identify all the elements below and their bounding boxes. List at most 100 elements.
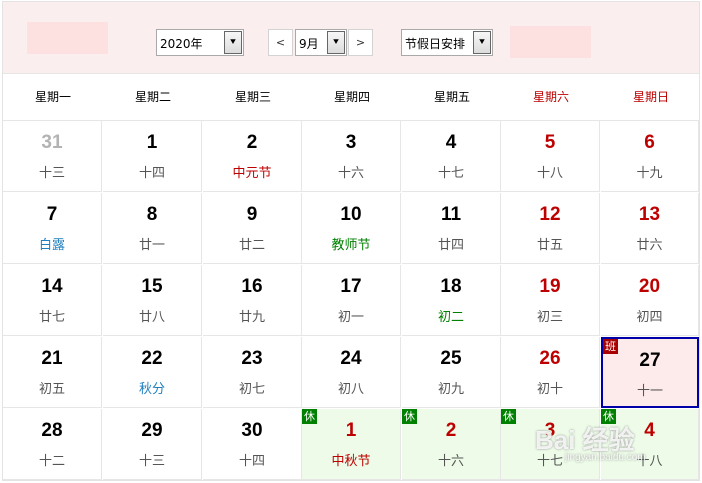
calendar-toolbar: 2020年 ⯆ < 9月 ⯆ > 节假日安排 ⯆	[3, 2, 699, 74]
calendar-day-cell[interactable]: 休 2 十六	[402, 409, 501, 480]
calendar-day-cell[interactable]: 28 十二	[3, 409, 102, 480]
calendar-day-cell[interactable]: 4 十七	[402, 121, 501, 192]
day-number: 30	[241, 420, 263, 441]
calendar-day-cell[interactable]: 30 十四	[203, 409, 302, 480]
day-number: 1	[345, 420, 357, 441]
lunar-date-label: 十四	[238, 454, 265, 469]
day-number: 11	[440, 204, 462, 225]
calendar-day-cell[interactable]: 9 廿二	[203, 193, 302, 264]
chevron-down-icon[interactable]: ⯆	[473, 31, 491, 54]
weekday-fri: 星期五	[433, 90, 470, 104]
day-number: 5	[544, 132, 556, 153]
calendar-day-cell[interactable]: 12 廿五	[501, 193, 600, 264]
toolbar-decoration-right	[510, 26, 591, 58]
year-select[interactable]: 2020年 ⯆	[156, 29, 244, 56]
holiday-select-value: 节假日安排	[405, 37, 466, 51]
day-number: 27	[639, 350, 661, 371]
calendar-day-cell[interactable]: 25 初九	[402, 337, 501, 408]
month-select[interactable]: 9月 ⯆	[295, 29, 347, 56]
lunar-date-label: 初七	[238, 382, 265, 397]
next-month-button[interactable]: >	[348, 29, 373, 56]
weekday-mon: 星期一	[34, 90, 71, 104]
day-number: 4	[644, 420, 655, 441]
calendar-day-cell[interactable]: 17 初一	[302, 265, 401, 336]
calendar-day-cell[interactable]: 26 初十	[501, 337, 600, 408]
calendar-widget: 2020年 ⯆ < 9月 ⯆ > 节假日安排 ⯆ 星期一 星期二 星期三 星期四…	[2, 1, 700, 481]
calendar-day-cell[interactable]: 20 初四	[601, 265, 699, 336]
calendar-day-cell[interactable]: 6 十九	[601, 121, 699, 192]
lunar-date-label: 廿一	[138, 238, 165, 253]
toolbar-decoration-left	[27, 22, 108, 54]
lunar-date-label: 十九	[636, 166, 663, 181]
day-number: 12	[539, 204, 561, 225]
day-number: 29	[141, 420, 163, 441]
calendar-day-cell[interactable]: 14 廿七	[3, 265, 102, 336]
lunar-date-label: 初五	[38, 382, 65, 397]
lunar-date-label: 初二	[437, 310, 464, 325]
lunar-date-label: 十七	[536, 454, 563, 469]
day-number: 8	[146, 204, 158, 225]
day-number: 17	[340, 276, 362, 297]
weekday-sun: 星期日	[632, 90, 669, 104]
calendar-day-cell[interactable]: 22 秋分	[103, 337, 202, 408]
calendar-day-cell[interactable]: 休 4 十八	[601, 409, 699, 480]
day-number: 13	[638, 204, 661, 225]
day-number: 16	[241, 276, 263, 297]
chevron-down-icon[interactable]: ⯆	[327, 31, 345, 54]
calendar-day-cell[interactable]: 休 3 十七	[501, 409, 600, 480]
lunar-date-label: 十六	[437, 454, 464, 469]
lunar-date-label: 十二	[38, 454, 65, 469]
weekday-thu: 星期四	[333, 90, 370, 104]
lunar-date-label: 廿七	[38, 310, 65, 325]
calendar-day-cell[interactable]: 11 廿四	[402, 193, 501, 264]
day-number: 15	[141, 276, 163, 297]
lunar-date-label: 初十	[536, 382, 563, 397]
calendar-day-cell[interactable]: 3 十六	[302, 121, 401, 192]
year-select-value: 2020年	[160, 37, 203, 51]
lunar-date-label: 初四	[636, 310, 663, 325]
day-number: 10	[340, 204, 362, 225]
lunar-date-label: 中秋节	[331, 454, 371, 469]
calendar-day-cell[interactable]: 2 中元节	[203, 121, 302, 192]
calendar-day-cell[interactable]: 7 白露	[3, 193, 102, 264]
calendar-day-cell[interactable]: 31 十三	[3, 121, 102, 192]
calendar-day-cell[interactable]: 19 初三	[501, 265, 600, 336]
calendar-day-cell[interactable]: 10 教师节	[302, 193, 401, 264]
calendar-day-cell[interactable]: 21 初五	[3, 337, 102, 408]
weekday-header: 星期一 星期二 星期三 星期四 星期五 星期六 星期日	[3, 74, 699, 121]
day-number: 2	[246, 132, 258, 153]
calendar-day-cell[interactable]: 5 十八	[501, 121, 600, 192]
calendar-day-cell[interactable]: 班 27 十一	[601, 337, 699, 408]
lunar-date-label: 廿六	[636, 238, 663, 253]
holiday-select[interactable]: 节假日安排 ⯆	[401, 29, 493, 56]
calendar-day-cell[interactable]: 18 初二	[402, 265, 501, 336]
calendar-day-cell[interactable]: 休 1 中秋节	[302, 409, 401, 480]
lunar-date-label: 十四	[138, 166, 165, 181]
lunar-date-label: 廿五	[536, 238, 563, 253]
calendar-day-cell[interactable]: 24 初八	[302, 337, 401, 408]
chevron-down-icon[interactable]: ⯆	[224, 31, 242, 54]
calendar-day-cell[interactable]: 13 廿六	[601, 193, 699, 264]
calendar-day-cell[interactable]: 16 廿九	[203, 265, 302, 336]
lunar-date-label: 初三	[536, 310, 563, 325]
day-number: 20	[638, 276, 661, 297]
lunar-date-label: 廿二	[238, 238, 265, 253]
day-number: 9	[246, 204, 258, 225]
lunar-date-label: 十三	[138, 454, 165, 469]
lunar-date-label: 廿八	[138, 310, 165, 325]
calendar-day-cell[interactable]: 1 十四	[103, 121, 202, 192]
calendar-day-cell[interactable]: 23 初七	[203, 337, 302, 408]
day-number: 22	[141, 348, 163, 369]
lunar-date-label: 初一	[337, 310, 364, 325]
lunar-date-label: 十八	[536, 166, 563, 181]
day-number: 3	[544, 420, 556, 441]
calendar-day-cell[interactable]: 15 廿八	[103, 265, 202, 336]
day-number: 3	[345, 132, 357, 153]
lunar-date-label: 中元节	[232, 166, 272, 181]
lunar-date-label: 秋分	[138, 382, 165, 397]
day-number: 25	[440, 348, 462, 369]
prev-month-button[interactable]: <	[268, 29, 293, 56]
calendar-day-cell[interactable]: 8 廿一	[103, 193, 202, 264]
calendar-day-cell[interactable]: 29 十三	[103, 409, 202, 480]
day-number: 7	[46, 204, 58, 225]
